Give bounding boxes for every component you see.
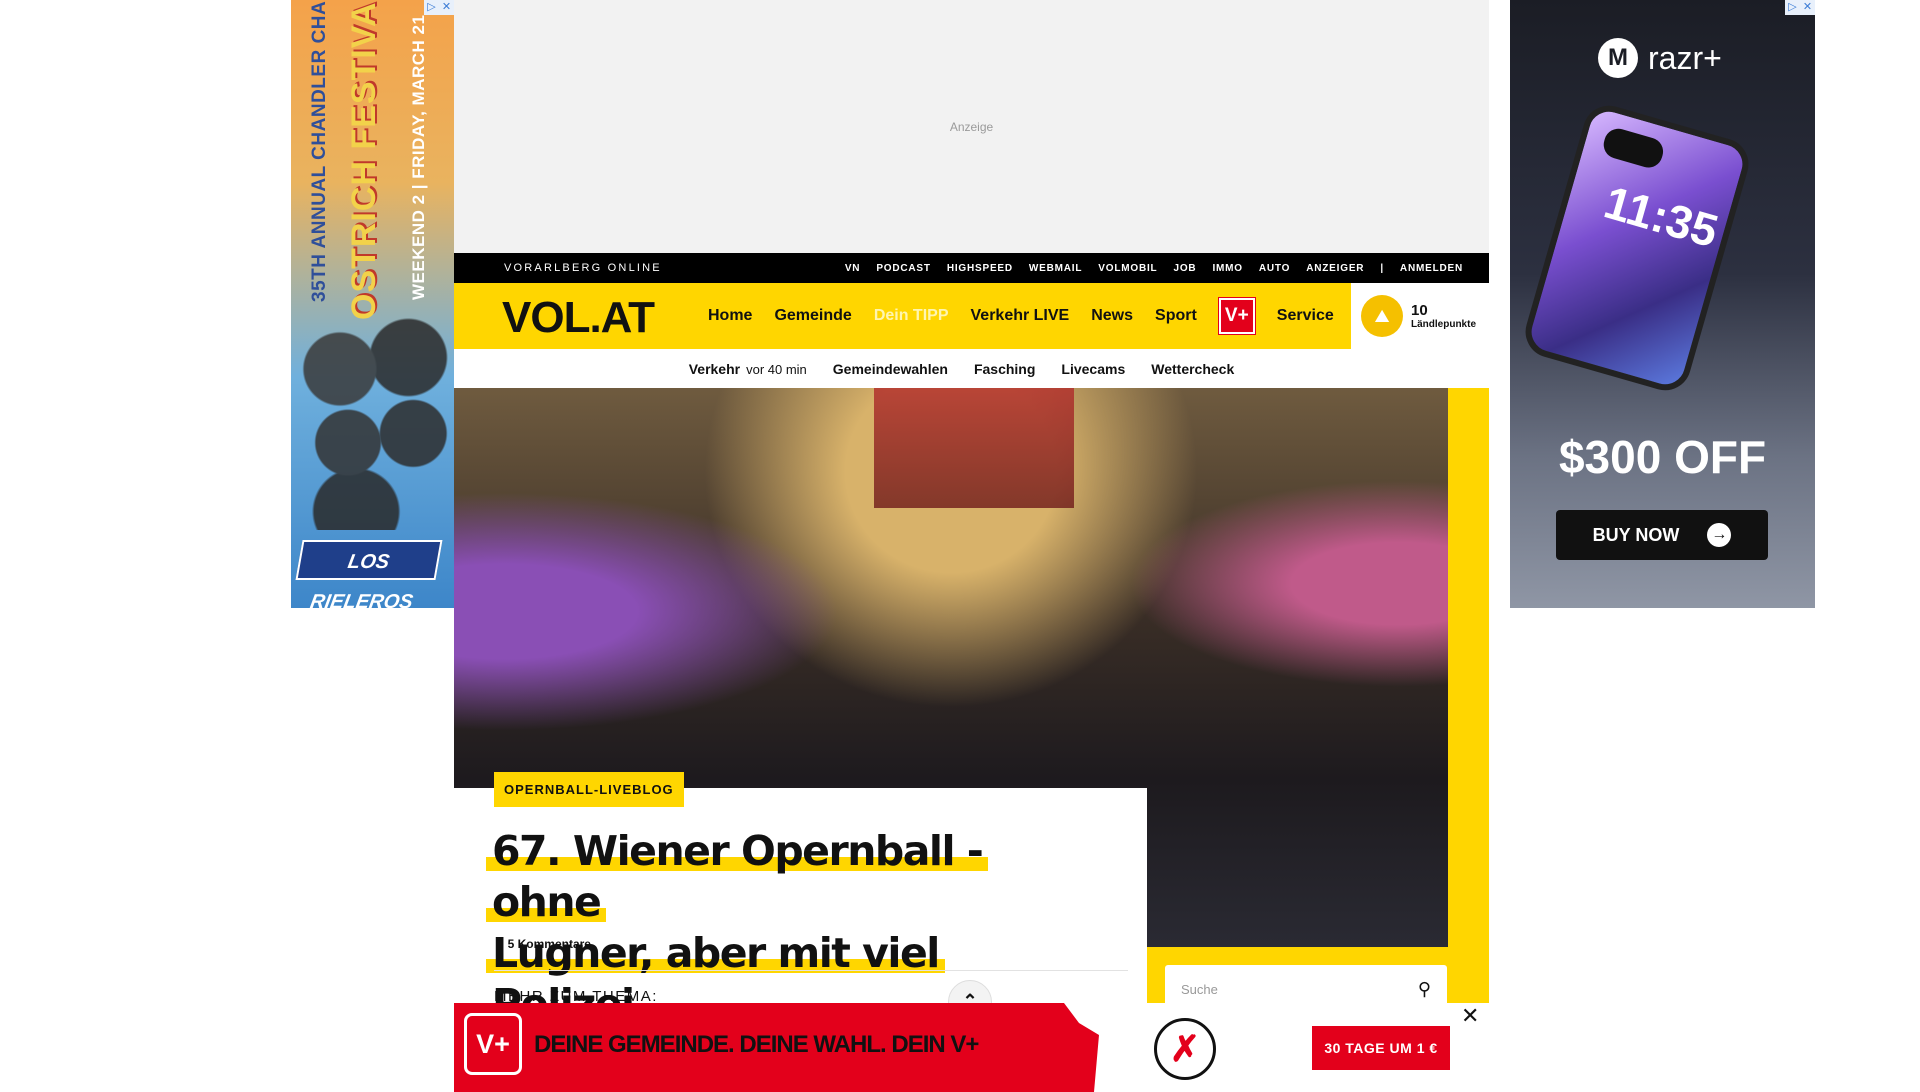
- right-ad-banner[interactable]: ▷ ✕ M razr+ 11:35 $300 OFF BUY NOW →: [1510, 0, 1815, 608]
- site-logo[interactable]: VOL.AT: [502, 293, 655, 343]
- ad-right-brand-label: razr+: [1648, 39, 1722, 76]
- top-link-vn[interactable]: VN: [845, 263, 861, 274]
- nav-item-home[interactable]: Home: [708, 307, 752, 325]
- comments-count: 5 Kommentare: [507, 937, 591, 951]
- top-ad-slot: Anzeige: [454, 0, 1489, 253]
- top-link-auto[interactable]: AUTO: [1259, 263, 1290, 274]
- nav-item-dein-tipp[interactable]: Dein TIPP: [874, 307, 949, 325]
- ad-right-phone-image: 11:35: [1519, 99, 1755, 397]
- top-link-highspeed[interactable]: HIGHSPEED: [947, 263, 1013, 274]
- top-link-volmobil[interactable]: VOLMOBIL: [1098, 263, 1157, 274]
- subnav-verkehr-label: Verkehr: [688, 360, 741, 377]
- top-bar: VORARLBERG ONLINE VN PODCAST HIGHSPEED W…: [454, 253, 1489, 283]
- subnav-item-fasching[interactable]: Fasching: [974, 361, 1035, 377]
- sidebar-yellow-strip: [1448, 388, 1489, 1003]
- vplus-logo: V+: [464, 1013, 522, 1075]
- top-link-separator: |: [1380, 262, 1384, 274]
- ad-right-phone-time: 11:35: [1598, 175, 1724, 258]
- ad-close-icon[interactable]: ✕: [439, 0, 454, 15]
- nav-menu: Home Gemeinde Dein TIPP Verkehr LIVE New…: [708, 283, 1334, 349]
- ad-left-line3: WEEKEND 2 | FRIDAY, MARCH 21: [409, 14, 428, 300]
- vplus-promo-banner[interactable]: V+ DEINE GEMEINDE. DEINE WAHL. DEIN V+ ✗…: [454, 1003, 1489, 1092]
- motorola-logo-icon: M: [1598, 38, 1638, 78]
- article-kicker[interactable]: OPERNBALL-LIVEBLOG: [494, 772, 684, 807]
- mountain-sun-icon: ⛰: [1361, 295, 1403, 337]
- ballot-icon: ✗: [1154, 1018, 1216, 1080]
- subnav-item-wettercheck[interactable]: Wettercheck: [1151, 361, 1234, 377]
- promo-slogan: DEINE GEMEINDE. DEINE WAHL. DEIN V+: [534, 1031, 979, 1058]
- left-ad-banner[interactable]: ▷ ✕ 35TH ANNUAL CHANDLER CHAMBER OSTRICH…: [291, 0, 454, 608]
- top-link-immo[interactable]: IMMO: [1212, 263, 1242, 274]
- ad-info-icon[interactable]: ▷: [424, 0, 439, 15]
- search-icon[interactable]: ⚲: [1418, 979, 1431, 1000]
- ad-choices-badge[interactable]: ▷ ✕: [424, 0, 454, 15]
- top-link-webmail[interactable]: WEBMAIL: [1029, 263, 1082, 274]
- headline-line-1: 67. Wiener Opernball - ohne: [486, 827, 989, 926]
- sub-nav: Verkehr vor 40 min Gemeindewahlen Faschin…: [454, 349, 1489, 388]
- ad-left-logo: LOS RIELEROS: [295, 540, 443, 608]
- points-label: Ländlepunkte: [1411, 319, 1477, 330]
- top-link-podcast[interactable]: PODCAST: [876, 263, 931, 274]
- ad-left-line1: 35TH ANNUAL CHANDLER CHAMBER: [309, 0, 330, 302]
- ad-right-buy-button[interactable]: BUY NOW →: [1556, 510, 1768, 560]
- subnav-item-gemeindewahlen[interactable]: Gemeindewahlen: [833, 361, 948, 377]
- hero-red-staircase: [874, 388, 1074, 508]
- main-nav: VOL.AT Home Gemeinde Dein TIPP Verkehr L…: [454, 283, 1489, 349]
- points-text: 10 Ländlepunkte: [1411, 302, 1476, 330]
- ad-left-photo: [291, 300, 454, 530]
- ad-right-buy-label: BUY NOW: [1592, 524, 1680, 545]
- nav-item-news[interactable]: News: [1091, 307, 1133, 325]
- subnav-item-livecams[interactable]: Livecams: [1061, 361, 1125, 377]
- nav-item-gemeinde[interactable]: Gemeinde: [774, 307, 851, 325]
- laendlepunkte-widget[interactable]: ⛰ 10 Ländlepunkte: [1351, 283, 1489, 349]
- subnav-item-verkehr[interactable]: Verkehr vor 40 min: [689, 361, 807, 377]
- ad-label: Anzeige: [949, 120, 994, 134]
- arrow-right-icon: →: [1707, 523, 1732, 547]
- camera-icon: [1600, 125, 1667, 171]
- promo-cta-button[interactable]: 30 TAGE UM 1 €: [1312, 1026, 1450, 1070]
- nav-item-service[interactable]: Service: [1277, 307, 1334, 325]
- search-placeholder: Suche: [1181, 981, 1218, 997]
- nav-item-sport[interactable]: Sport: [1155, 307, 1197, 325]
- vplus-button[interactable]: V+: [1217, 297, 1256, 335]
- login-link[interactable]: ANMELDEN: [1400, 263, 1463, 274]
- ad-left-line2: OSTRICH FESTIVAL: [345, 0, 383, 320]
- comments-link[interactable]: ▮ 5 Kommentare: [496, 937, 591, 951]
- top-links: VN PODCAST HIGHSPEED WEBMAIL VOLMOBIL JO…: [845, 263, 1463, 274]
- ad-close-icon[interactable]: ✕: [1800, 0, 1815, 15]
- comment-icon: ▮: [496, 937, 503, 951]
- points-count: 10: [1411, 302, 1428, 319]
- divider: [494, 970, 1128, 971]
- subnav-verkehr-time: vor 40 min: [746, 361, 807, 377]
- ad-choices-badge[interactable]: ▷ ✕: [1785, 0, 1815, 15]
- top-link-anzeiger[interactable]: ANZEIGER: [1306, 263, 1364, 274]
- ad-right-brand: M razr+: [1598, 38, 1722, 78]
- site-name: VORARLBERG ONLINE: [504, 262, 662, 274]
- top-link-job[interactable]: JOB: [1173, 263, 1196, 274]
- ad-info-icon[interactable]: ▷: [1785, 0, 1800, 15]
- nav-item-verkehr-live[interactable]: Verkehr LIVE: [971, 307, 1070, 325]
- close-icon[interactable]: ✕: [1461, 1003, 1479, 1029]
- ad-right-offer: $300 OFF: [1558, 431, 1767, 483]
